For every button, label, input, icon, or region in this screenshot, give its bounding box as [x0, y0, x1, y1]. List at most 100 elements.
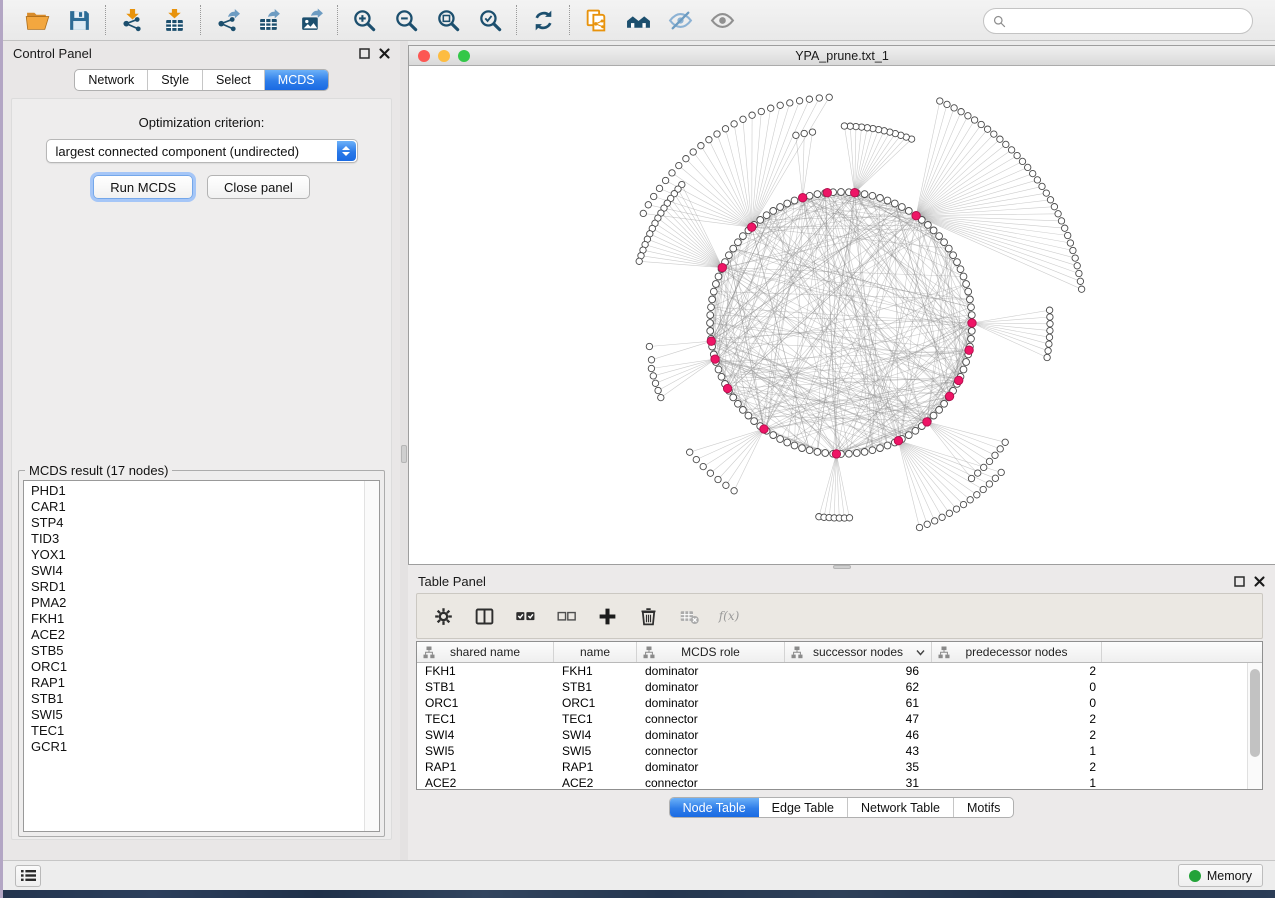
mcds-result-item[interactable]: SWI5	[24, 707, 364, 723]
network-node[interactable]	[640, 210, 646, 216]
network-node[interactable]	[791, 197, 798, 204]
network-node[interactable]	[822, 450, 829, 457]
network-node[interactable]	[869, 192, 876, 199]
network-node[interactable]	[981, 464, 987, 470]
float-panel-icon[interactable]	[359, 48, 370, 59]
table-cell[interactable]: dominator	[637, 728, 785, 742]
table-cell[interactable]: dominator	[637, 760, 785, 774]
mcds-result-item[interactable]: RAP1	[24, 675, 364, 691]
table-cell[interactable]: 43	[785, 744, 932, 758]
network-node[interactable]	[984, 126, 990, 132]
delete-column-button[interactable]	[636, 604, 660, 628]
open-file-button[interactable]	[23, 6, 51, 34]
network-node[interactable]	[916, 524, 922, 530]
table-cell[interactable]: 31	[785, 776, 932, 789]
network-node[interactable]	[1046, 334, 1052, 340]
network-node[interactable]	[698, 143, 704, 149]
network-node[interactable]	[768, 105, 774, 111]
mcds-result-item[interactable]: FKH1	[24, 611, 364, 627]
mcds-node[interactable]	[748, 223, 756, 231]
network-node[interactable]	[799, 445, 806, 452]
network-node[interactable]	[1074, 263, 1080, 269]
table-row[interactable]: RAP1RAP1dominator352	[417, 759, 1247, 775]
network-node[interactable]	[1003, 141, 1009, 147]
network-node[interactable]	[745, 412, 752, 419]
network-node[interactable]	[968, 328, 975, 335]
deselect-all-boxes-button[interactable]	[554, 604, 578, 628]
table-cell[interactable]: 2	[932, 712, 1102, 726]
network-node[interactable]	[1039, 183, 1045, 189]
network-node[interactable]	[770, 208, 777, 215]
hide-selected-button[interactable]	[666, 6, 694, 34]
table-cell[interactable]: SWI5	[417, 744, 554, 758]
table-cell[interactable]: 1	[932, 776, 1102, 789]
column-header-predecessor-nodes[interactable]: predecessor nodes	[932, 642, 1102, 662]
save-session-button[interactable]	[65, 6, 93, 34]
mcds-list-scrollbar[interactable]	[364, 481, 379, 831]
import-network-button[interactable]	[118, 6, 146, 34]
network-node[interactable]	[806, 96, 812, 102]
network-node[interactable]	[814, 191, 821, 198]
network-node[interactable]	[735, 239, 742, 246]
network-node[interactable]	[651, 193, 657, 199]
network-node[interactable]	[1002, 439, 1008, 445]
network-node[interactable]	[707, 320, 714, 327]
network-node[interactable]	[968, 312, 975, 319]
network-node[interactable]	[841, 123, 847, 129]
export-table-button[interactable]	[255, 6, 283, 34]
network-node[interactable]	[968, 304, 975, 311]
network-node[interactable]	[1070, 247, 1076, 253]
network-node[interactable]	[1014, 152, 1020, 158]
column-header-shared-name[interactable]: shared name	[417, 642, 554, 662]
network-node[interactable]	[655, 387, 661, 393]
table-cell[interactable]: FKH1	[417, 664, 554, 678]
network-node[interactable]	[974, 492, 980, 498]
table-cell[interactable]: ORC1	[417, 696, 554, 710]
network-node[interactable]	[950, 252, 957, 259]
zoom-fit-button[interactable]	[434, 6, 462, 34]
splitter-grip[interactable]	[401, 445, 407, 463]
close-panel-icon[interactable]	[379, 48, 390, 59]
network-node[interactable]	[700, 463, 706, 469]
network-node[interactable]	[816, 95, 822, 101]
refresh-view-button[interactable]	[529, 6, 557, 34]
table-options-gear-button[interactable]	[431, 604, 455, 628]
network-node[interactable]	[751, 418, 758, 425]
network-node[interactable]	[951, 105, 957, 111]
table-cell[interactable]: 62	[785, 680, 932, 694]
table-cell[interactable]: SWI5	[554, 744, 637, 758]
mcds-node[interactable]	[851, 189, 859, 197]
table-cell[interactable]: 2	[932, 728, 1102, 742]
network-node[interactable]	[1077, 278, 1083, 284]
network-node[interactable]	[978, 121, 984, 127]
tab-select[interactable]: Select	[203, 70, 265, 90]
mcds-result-item[interactable]: TEC1	[24, 723, 364, 739]
network-node[interactable]	[967, 296, 974, 303]
network-node[interactable]	[683, 156, 689, 162]
panel-splitter-horizontal[interactable]	[408, 565, 1275, 569]
table-cell[interactable]: 0	[932, 696, 1102, 710]
network-node[interactable]	[958, 109, 964, 115]
mcds-node[interactable]	[760, 425, 768, 433]
network-node[interactable]	[707, 470, 713, 476]
network-node[interactable]	[826, 94, 832, 100]
mcds-result-item[interactable]: PHD1	[24, 483, 364, 499]
network-node[interactable]	[707, 328, 714, 335]
network-node[interactable]	[1062, 225, 1068, 231]
network-node[interactable]	[652, 380, 658, 386]
mcds-node[interactable]	[894, 437, 902, 445]
table-cell[interactable]: RAP1	[554, 760, 637, 774]
network-node[interactable]	[925, 222, 932, 229]
table-row[interactable]: STB1STB1dominator620	[417, 679, 1247, 695]
network-node[interactable]	[968, 475, 974, 481]
network-node[interactable]	[784, 200, 791, 207]
network-node[interactable]	[787, 100, 793, 106]
table-cell[interactable]: 47	[785, 712, 932, 726]
run-mcds-button[interactable]: Run MCDS	[93, 175, 193, 199]
network-node[interactable]	[1019, 158, 1025, 164]
mcds-result-item[interactable]: STB5	[24, 643, 364, 659]
mcds-node[interactable]	[823, 189, 831, 197]
network-node[interactable]	[763, 212, 770, 219]
select-all-boxes-button[interactable]	[513, 604, 537, 628]
table-cell[interactable]: 61	[785, 696, 932, 710]
